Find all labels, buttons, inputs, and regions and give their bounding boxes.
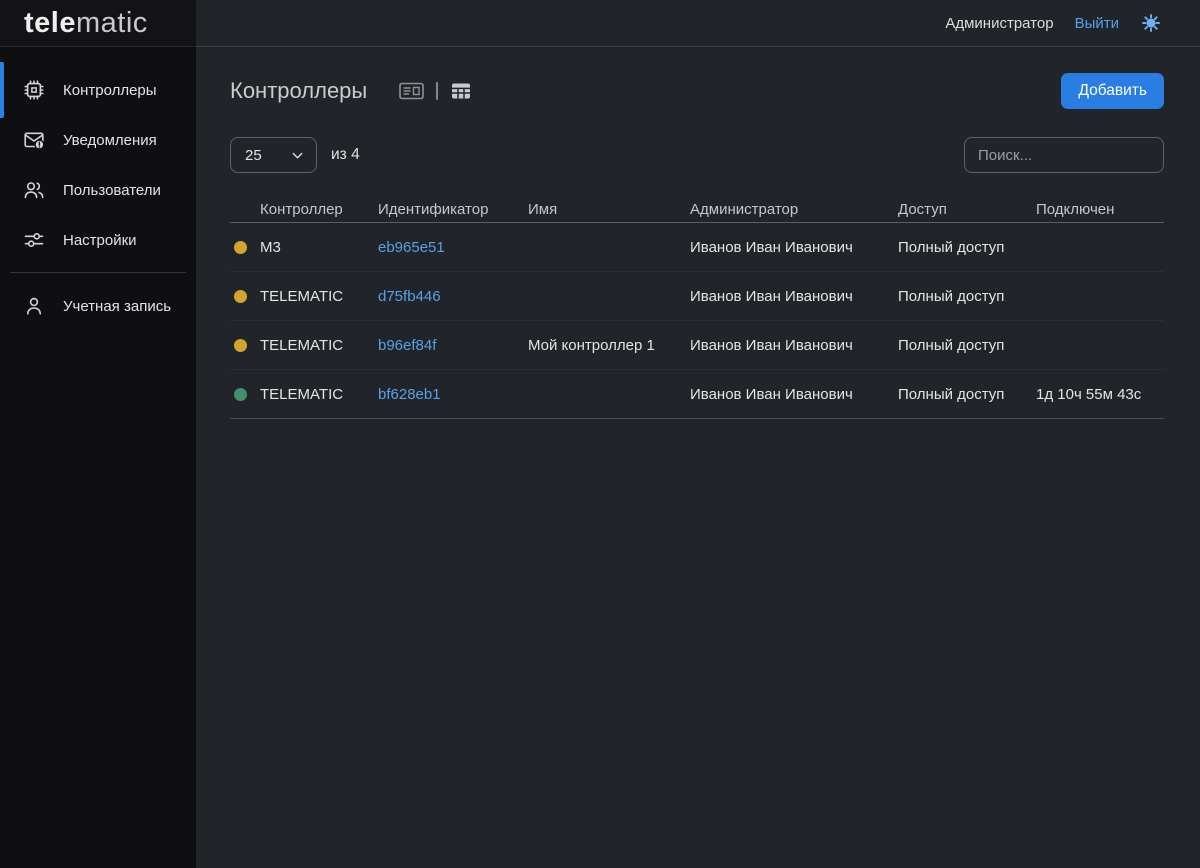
- person-icon: [22, 294, 46, 318]
- sidebar-nav: Контроллеры Уведомления: [0, 47, 196, 331]
- view-toggle: [398, 79, 473, 103]
- col-controller: Контроллер: [260, 201, 378, 218]
- sidebar-item-notifications[interactable]: Уведомления: [0, 115, 196, 165]
- current-user-label: Администратор: [945, 15, 1053, 32]
- cell-identifier-link[interactable]: d75fb446: [378, 288, 528, 305]
- app-logo[interactable]: telematic: [0, 0, 196, 47]
- col-access: Доступ: [898, 201, 1036, 218]
- cell-access: Полный доступ: [898, 288, 1036, 305]
- cell-controller: TELEMATIC: [260, 288, 378, 305]
- cell-access: Полный доступ: [898, 386, 1036, 403]
- cell-admin: Иванов Иван Иванович: [690, 337, 898, 354]
- page-header: Контроллеры Добавить: [230, 73, 1164, 109]
- page-size-value: 25: [245, 147, 262, 164]
- table-row: TELEMATIC b96ef84f Мой контроллер 1 Иван…: [230, 321, 1164, 370]
- col-name: Имя: [528, 201, 690, 218]
- page-size-select[interactable]: 25: [230, 137, 317, 173]
- sidebar-item-label: Уведомления: [63, 132, 157, 149]
- sidebar-item-label: Учетная запись: [63, 298, 171, 315]
- logo-text-light: matic: [76, 7, 148, 40]
- cell-name: Мой контроллер 1: [528, 337, 690, 354]
- status-dot: [234, 339, 247, 352]
- search-input[interactable]: [964, 137, 1164, 173]
- sidebar-item-controllers[interactable]: Контроллеры: [0, 65, 196, 115]
- sidebar-divider: [10, 272, 186, 273]
- add-button[interactable]: Добавить: [1061, 73, 1164, 109]
- table-view-icon[interactable]: [449, 79, 473, 103]
- cell-controller: TELEMATIC: [260, 386, 378, 403]
- total-count-label: из 4: [331, 146, 360, 164]
- sidebar-item-account[interactable]: Учетная запись: [0, 281, 196, 331]
- cell-identifier-link[interactable]: eb965e51: [378, 239, 528, 256]
- sidebar-item-users[interactable]: Пользователи: [0, 165, 196, 215]
- logout-link[interactable]: Выйти: [1075, 15, 1119, 32]
- sidebar-item-label: Пользователи: [63, 182, 161, 199]
- logo-text-bold: tele: [24, 7, 76, 40]
- sidebar-item-label: Настройки: [63, 232, 137, 249]
- mail-alert-icon: [22, 128, 46, 152]
- cell-admin: Иванов Иван Иванович: [690, 386, 898, 403]
- chip-icon: [22, 78, 46, 102]
- table-header-row: Контроллер Идентификатор Имя Администрат…: [230, 196, 1164, 223]
- controllers-table: Контроллер Идентификатор Имя Администрат…: [230, 196, 1164, 419]
- col-admin: Администратор: [690, 201, 898, 218]
- table-controls: 25 из 4: [230, 137, 1164, 173]
- status-dot: [234, 388, 247, 401]
- theme-toggle-sun-icon[interactable]: [1140, 12, 1162, 34]
- cell-access: Полный доступ: [898, 239, 1036, 256]
- cell-admin: Иванов Иван Иванович: [690, 288, 898, 305]
- sidebar: telematic Контроллеры: [0, 0, 196, 868]
- sidebar-item-label: Контроллеры: [63, 82, 157, 99]
- cell-identifier-link[interactable]: bf628eb1: [378, 386, 528, 403]
- status-dot: [234, 290, 247, 303]
- table-row: М3 eb965e51 Иванов Иван Иванович Полный …: [230, 223, 1164, 272]
- users-icon: [22, 178, 46, 202]
- cell-admin: Иванов Иван Иванович: [690, 239, 898, 256]
- card-view-icon[interactable]: [398, 80, 425, 102]
- view-toggle-separator: [436, 82, 438, 100]
- sidebar-item-settings[interactable]: Настройки: [0, 215, 196, 265]
- cell-access: Полный доступ: [898, 337, 1036, 354]
- page-title: Контроллеры: [230, 78, 367, 104]
- main-content: Контроллеры Добавить 25: [196, 47, 1200, 868]
- table-row: TELEMATIC d75fb446 Иванов Иван Иванович …: [230, 272, 1164, 321]
- status-dot: [234, 241, 247, 254]
- sliders-icon: [22, 228, 46, 252]
- col-identifier: Идентификатор: [378, 201, 528, 218]
- cell-connected: 1д 10ч 55м 43с: [1036, 386, 1164, 403]
- col-connected: Подключен: [1036, 201, 1164, 218]
- cell-controller: М3: [260, 239, 378, 256]
- table-row: TELEMATIC bf628eb1 Иванов Иван Иванович …: [230, 370, 1164, 419]
- topbar: Администратор Выйти: [196, 0, 1200, 47]
- chevron-down-icon: [290, 148, 305, 163]
- cell-controller: TELEMATIC: [260, 337, 378, 354]
- cell-identifier-link[interactable]: b96ef84f: [378, 337, 528, 354]
